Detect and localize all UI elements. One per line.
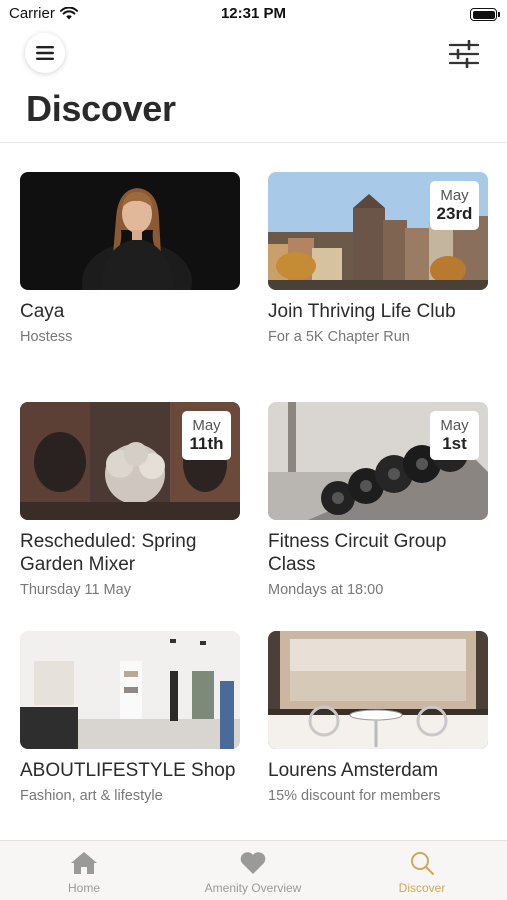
- tab-home[interactable]: Home: [14, 849, 154, 895]
- card-title: Lourens Amsterdam: [268, 760, 439, 781]
- card-subtitle: Fashion, art & lifestyle: [20, 788, 163, 804]
- card-subtitle: Mondays at 18:00: [268, 582, 384, 598]
- card-subtitle: Hostess: [20, 329, 73, 345]
- tab-amenity-overview[interactable]: Amenity Overview: [183, 849, 323, 895]
- tab-label: Discover: [398, 881, 446, 895]
- badge-month: May: [192, 417, 221, 434]
- status-time: 12:31 PM: [220, 5, 287, 22]
- filter-button[interactable]: [448, 39, 480, 69]
- badge-day: 23rd: [436, 204, 473, 223]
- card-subtitle: 15% discount for members: [268, 788, 441, 804]
- card-title: Caya: [20, 301, 65, 322]
- card-image-city: May 23rd: [268, 172, 488, 290]
- badge-day: 11th: [189, 434, 224, 453]
- badge-day: 1st: [442, 434, 467, 453]
- card-image-storefront: [268, 631, 488, 749]
- tab-discover[interactable]: Discover: [352, 849, 492, 895]
- heart-icon: [240, 852, 266, 874]
- tab-bar: Home Amenity Overview Discover: [0, 840, 507, 900]
- header-divider: [0, 142, 507, 143]
- date-badge: May 23rd: [430, 181, 479, 230]
- menu-button[interactable]: [25, 33, 65, 73]
- card-image-portrait: [20, 172, 240, 290]
- home-icon: [71, 852, 97, 874]
- battery-icon: [470, 8, 500, 21]
- badge-month: May: [440, 187, 469, 204]
- date-badge: May 1st: [430, 411, 479, 460]
- card-title: ABOUTLIFESTYLE Shop: [20, 760, 236, 781]
- badge-month: May: [440, 417, 469, 434]
- card-image-shop: [20, 631, 240, 749]
- card-subtitle: Thursday 11 May: [20, 582, 131, 598]
- date-badge: May 11th: [182, 411, 231, 460]
- card-title: Fitness Circuit Group Class: [268, 531, 447, 575]
- sliders-icon: [448, 39, 480, 69]
- hamburger-menu-icon: [36, 46, 54, 60]
- search-icon: [411, 852, 434, 875]
- page-title: Discover: [26, 88, 176, 129]
- card-image-plant: May 11th: [20, 402, 240, 520]
- card-subtitle: For a 5K Chapter Run: [268, 329, 410, 345]
- card-title: Join Thriving Life Club: [268, 301, 456, 322]
- card-image-dumbbells: May 1st: [268, 402, 488, 520]
- tab-label: Home: [67, 881, 100, 895]
- tab-label: Amenity Overview: [204, 881, 302, 895]
- status-bar: Carrier 12:31 PM: [0, 0, 507, 28]
- card-title: Rescheduled: Spring Garden Mixer: [20, 531, 197, 575]
